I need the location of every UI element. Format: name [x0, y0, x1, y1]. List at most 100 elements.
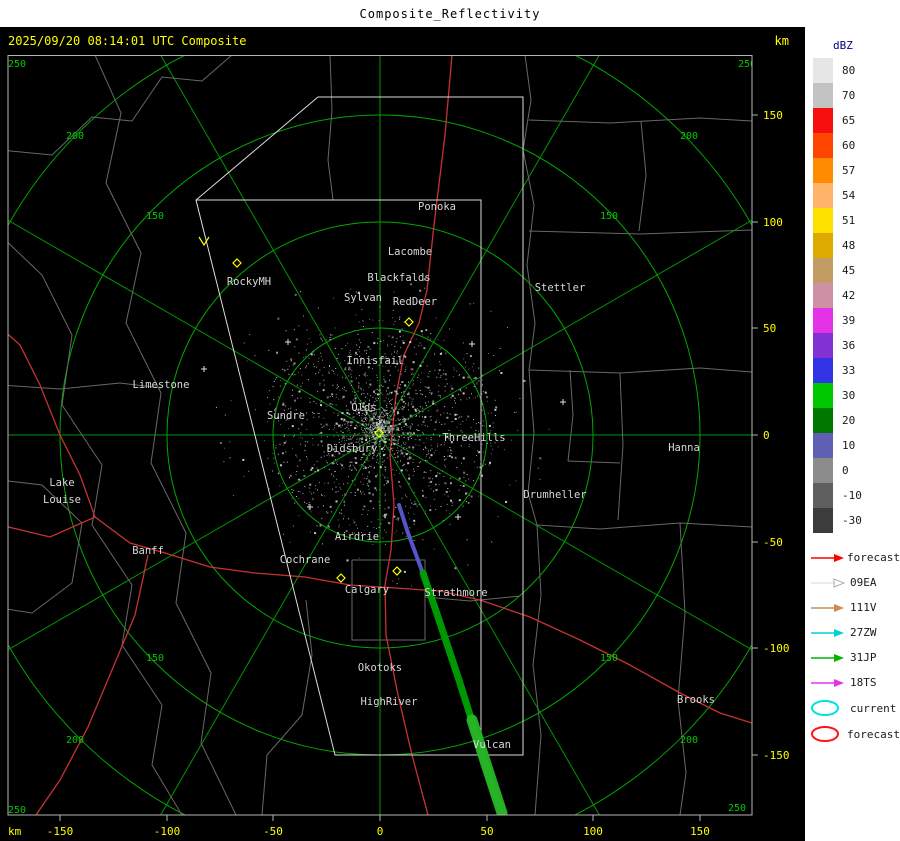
city-label: Airdrie — [335, 531, 379, 543]
dbz-level-row: 20 — [813, 408, 900, 433]
station-diamond-markers — [198, 236, 414, 583]
dbz-level-value: -10 — [842, 489, 862, 502]
track-arrow-icon — [811, 628, 844, 637]
track-label: 09EA — [850, 576, 877, 589]
bottom-axis-label: -50 — [263, 825, 283, 838]
track-arrow-icon — [811, 678, 844, 687]
dbz-level-value: 65 — [842, 114, 856, 127]
dbz-color-swatch — [813, 358, 833, 383]
city-label: Louise — [43, 494, 81, 506]
city-labels: Ponoka Lacombe Blackfalds Sylvan RedDeer Stet… — [43, 201, 715, 751]
city-label: Cochrane — [280, 554, 331, 566]
dbz-level-row: 0 — [813, 458, 900, 483]
right-axis: 150 100 50 0 -50 -100 -150 — [752, 109, 790, 762]
ellipse-legend-row: current — [809, 695, 900, 721]
city-label: RockyMH — [227, 276, 271, 288]
bottom-axis-label: -100 — [154, 825, 181, 838]
city-label: Brooks — [677, 694, 715, 706]
dbz-color-swatch — [813, 333, 833, 358]
city-label: Drumheller — [523, 489, 586, 501]
dbz-color-swatch — [813, 133, 833, 158]
dbz-level-value: 48 — [842, 239, 856, 252]
ellipse-label: forecast — [847, 727, 900, 741]
track-legend-row: 18TS — [809, 670, 900, 695]
dbz-color-swatch — [813, 283, 833, 308]
legend-unit-label: dBZ — [833, 39, 853, 52]
status-bar: 2025/09/20 08:14:01 UTC Composite km — [0, 27, 805, 55]
track-legend-row: 31JP — [809, 645, 900, 670]
legend-panel: dBZ 80 70 65 60 57 54 51 48 45 42 39 36 33 30 20 10 0 -10… — [805, 27, 900, 841]
dbz-level-value: 42 — [842, 289, 856, 302]
ring-distance-label: 200 — [66, 735, 84, 746]
dbz-level-row: 80 — [813, 58, 900, 83]
dbz-level-row: 65 — [813, 108, 900, 133]
dbz-level-row: 33 — [813, 358, 900, 383]
dbz-color-swatch — [813, 508, 833, 533]
city-label: Didsbury — [327, 443, 378, 455]
dbz-color-scale: 80 70 65 60 57 54 51 48 45 42 39 36 33 30 20 10 0 -10 -30 — [805, 58, 900, 533]
dbz-level-row: 39 — [813, 308, 900, 333]
dbz-level-row: 51 — [813, 208, 900, 233]
city-label: Stettler — [535, 282, 586, 294]
dbz-level-value: 51 — [842, 214, 856, 227]
axis-unit-bottom-left: km — [8, 825, 22, 838]
bottom-axis-label: 50 — [480, 825, 493, 838]
cell-ellipse-icon — [811, 726, 839, 742]
dbz-level-value: 33 — [842, 364, 856, 377]
dbz-level-value: -30 — [842, 514, 862, 527]
ring-distance-label: 250 — [738, 59, 756, 70]
dbz-color-swatch — [813, 383, 833, 408]
bottom-axis-label: 0 — [377, 825, 384, 838]
dbz-color-swatch — [813, 258, 833, 283]
dbz-level-value: 60 — [842, 139, 856, 152]
ring-distance-label: 200 — [680, 735, 698, 746]
dbz-color-swatch — [813, 308, 833, 333]
track-label: 18TS — [850, 676, 877, 689]
ellipse-label: current — [850, 701, 897, 715]
right-axis-label: 100 — [763, 216, 783, 229]
city-label: Ponoka — [418, 201, 456, 213]
caret-marker — [198, 236, 210, 247]
right-axis-label: 0 — [763, 429, 770, 442]
dbz-level-row: 57 — [813, 158, 900, 183]
timestamp-label: 2025/09/20 08:14:01 UTC Composite — [8, 34, 247, 48]
track-legend-row: 111V — [809, 595, 900, 620]
city-label: Okotoks — [358, 662, 402, 674]
dbz-color-swatch — [813, 158, 833, 183]
dbz-level-row: 10 — [813, 433, 900, 458]
bottom-axis-label: 150 — [690, 825, 710, 838]
track-arrow-icon — [811, 553, 844, 562]
track-label: 27ZW — [850, 626, 877, 639]
dbz-level-value: 0 — [842, 464, 849, 477]
dbz-color-swatch — [813, 208, 833, 233]
dbz-color-swatch — [813, 183, 833, 208]
ring-distance-label: 200 — [680, 131, 698, 142]
city-label: Sylvan — [344, 292, 382, 304]
right-axis-label: 150 — [763, 109, 783, 122]
track-label: 31JP — [850, 651, 877, 664]
window-title: Composite_Reflectivity — [359, 6, 541, 21]
dbz-level-value: 39 — [842, 314, 856, 327]
radar-map-display[interactable]: Ponoka Lacombe Blackfalds Sylvan RedDeer Stet… — [0, 55, 805, 841]
track-legend-row: 09EA — [809, 570, 900, 595]
city-label: Olds — [351, 402, 376, 414]
ring-distance-label: 250 — [8, 805, 26, 816]
dbz-color-swatch — [813, 108, 833, 133]
dbz-level-value: 57 — [842, 164, 856, 177]
track-arrow-icon — [811, 577, 846, 588]
cell-ellipse-legend: current forecast — [805, 695, 900, 747]
city-label: Calgary — [345, 584, 389, 596]
city-label: Sundre — [267, 410, 305, 422]
bottom-axis-label: -150 — [47, 825, 74, 838]
dbz-level-row: 60 — [813, 133, 900, 158]
city-label: Lake — [49, 477, 74, 489]
dbz-level-row: -30 — [813, 508, 900, 533]
right-axis-label: 50 — [763, 322, 776, 335]
ring-distance-label: 250 — [728, 803, 746, 814]
right-axis-label: -100 — [763, 642, 790, 655]
dbz-level-value: 20 — [842, 414, 856, 427]
dbz-level-row: 48 — [813, 233, 900, 258]
dbz-level-row: 45 — [813, 258, 900, 283]
dbz-level-row: 36 — [813, 333, 900, 358]
ring-distance-label: 200 — [66, 131, 84, 142]
